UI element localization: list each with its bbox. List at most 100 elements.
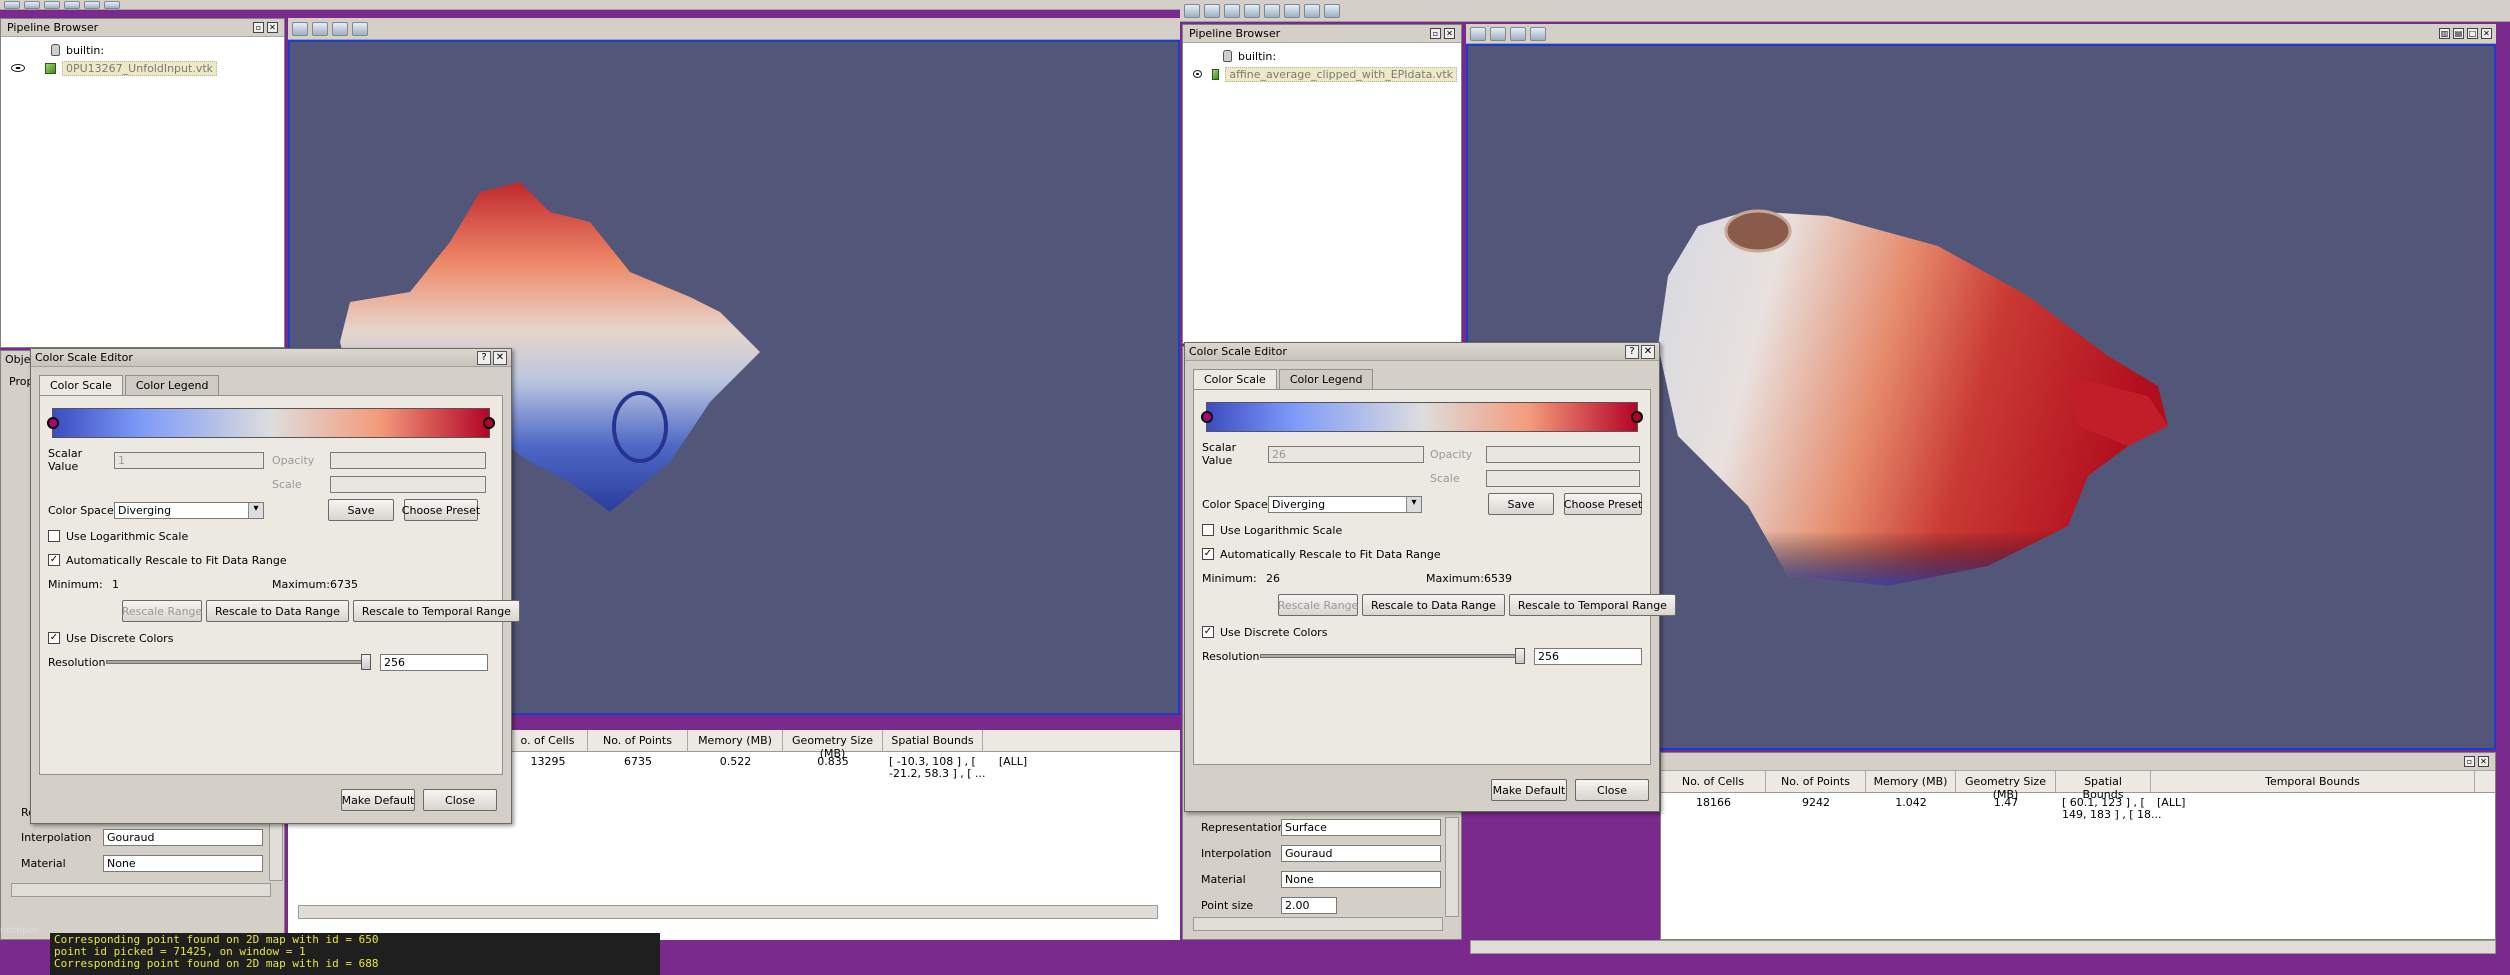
max-handle[interactable] (483, 417, 495, 429)
float-icon[interactable]: ▫ (1430, 28, 1441, 39)
col-geometry[interactable]: Geometry Size (MB) (783, 730, 883, 760)
auto-rescale-checkbox[interactable]: ✓ (1202, 548, 1214, 560)
col-memory[interactable]: Memory (MB) (688, 730, 783, 751)
table-row[interactable]: 18166 9242 1.042 1.47 [ 60.1, 123 ] , [ … (1661, 793, 2495, 821)
discrete-checkbox[interactable]: ✓ (48, 632, 60, 644)
view-toolbar-icon[interactable] (1510, 26, 1526, 41)
dialog-titlebar[interactable]: Color Scale Editor ? ✕ (31, 349, 511, 367)
resolution-field[interactable]: 256 (1534, 647, 1642, 665)
representation-combo[interactable]: Surface (1281, 818, 1441, 836)
choose-preset-button[interactable]: Choose Preset (1564, 493, 1642, 515)
choose-preset-button[interactable]: Choose Preset (402, 499, 480, 521)
close-icon[interactable]: ✕ (493, 350, 507, 365)
split-horizontal-icon[interactable]: ▥ (2439, 28, 2450, 39)
close-icon[interactable]: ✕ (1641, 344, 1655, 359)
view-toolbar-icon[interactable] (352, 21, 368, 36)
col-geometry[interactable]: Geometry Size (MB) (1956, 771, 2056, 801)
toolbar-icon[interactable] (84, 0, 100, 9)
toolbar-icon[interactable] (1304, 3, 1320, 18)
opacity-field[interactable] (330, 451, 486, 469)
view-toolbar-icon[interactable] (332, 21, 348, 36)
col-points[interactable]: No. of Points (1766, 771, 1866, 792)
resolution-slider-knob[interactable] (361, 654, 371, 670)
properties-vscroll[interactable] (1445, 817, 1459, 917)
right-table-hscroll[interactable] (1470, 940, 2496, 954)
properties-hscroll[interactable] (1193, 917, 1443, 931)
col-bounds[interactable]: Spatial Bounds (2056, 771, 2151, 801)
rescale-range-button[interactable]: Rescale Range (122, 600, 202, 622)
close-icon[interactable]: ✕ (1444, 28, 1455, 39)
log-scale-checkbox[interactable] (48, 530, 60, 542)
log-scale-checkbox[interactable] (1202, 524, 1214, 536)
resolution-slider-knob[interactable] (1515, 648, 1525, 664)
discrete-checkbox[interactable]: ✓ (1202, 626, 1214, 638)
close-button[interactable]: Close (423, 789, 497, 811)
eye-icon[interactable] (11, 64, 25, 72)
scalar-value-field[interactable]: 26 (1268, 445, 1424, 463)
min-handle[interactable] (1201, 411, 1213, 423)
opacity-field[interactable] (1486, 445, 1640, 463)
col-memory[interactable]: Memory (MB) (1866, 771, 1956, 792)
min-handle[interactable] (47, 417, 59, 429)
make-default-button[interactable]: Make Default (341, 789, 415, 811)
col-temporal[interactable]: Temporal Bounds (2151, 771, 2475, 792)
dialog-titlebar[interactable]: Color Scale Editor ? ✕ (1185, 343, 1659, 361)
col-cells[interactable]: o. of Cells (508, 730, 588, 751)
maximize-icon[interactable]: □ (2467, 28, 2478, 39)
help-icon[interactable]: ? (477, 350, 491, 365)
view-toolbar-icon[interactable] (312, 21, 328, 36)
col-cells[interactable]: No. of Cells (1661, 771, 1766, 792)
make-default-button[interactable]: Make Default (1491, 779, 1567, 801)
log-scale-row[interactable]: Use Logarithmic Scale (1202, 518, 1642, 542)
tab-color-scale[interactable]: Color Scale (39, 375, 123, 395)
discrete-row[interactable]: ✓ Use Discrete Colors (48, 626, 494, 650)
auto-rescale-row[interactable]: ✓ Automatically Rescale to Fit Data Rang… (1202, 542, 1642, 566)
close-icon[interactable]: ✕ (2481, 28, 2492, 39)
rescale-data-range-button[interactable]: Rescale to Data Range (206, 600, 349, 622)
tab-color-scale[interactable]: Color Scale (1193, 369, 1277, 389)
toolbar-icon[interactable] (24, 0, 40, 9)
view-toolbar-icon[interactable] (1530, 26, 1546, 41)
resolution-slider[interactable] (106, 654, 371, 670)
point-size-spinbox[interactable]: 2.00 (1281, 896, 1337, 914)
interpolation-combo[interactable]: Gouraud (103, 828, 263, 846)
tab-color-legend[interactable]: Color Legend (124, 375, 220, 395)
tree-item-source[interactable]: 0PU13267_UnfoldInput.vtk (5, 59, 280, 77)
resolution-slider[interactable] (1260, 648, 1525, 664)
max-handle[interactable] (1631, 411, 1643, 423)
toolbar-icon[interactable] (1204, 3, 1220, 18)
color-gradient-bar[interactable] (47, 408, 495, 438)
interpolation-combo[interactable]: Gouraud (1281, 844, 1441, 862)
toolbar-icon[interactable] (44, 0, 60, 9)
material-combo[interactable]: None (1281, 870, 1441, 888)
close-icon[interactable]: ✕ (2478, 756, 2489, 767)
col-bounds[interactable]: Spatial Bounds (883, 730, 983, 751)
resolution-field[interactable]: 256 (380, 653, 488, 671)
toolbar-icon[interactable] (1264, 3, 1280, 18)
close-icon[interactable]: ✕ (267, 22, 278, 33)
color-gradient-bar[interactable] (1201, 402, 1643, 432)
help-icon[interactable]: ? (1625, 344, 1639, 359)
properties-hscroll[interactable] (11, 883, 271, 897)
rescale-temporal-range-button[interactable]: Rescale to Temporal Range (1508, 594, 1676, 616)
save-button[interactable]: Save (1488, 493, 1554, 515)
view-toolbar-icon[interactable] (1490, 26, 1506, 41)
scalar-value-field[interactable]: 1 (114, 451, 264, 469)
col-points[interactable]: No. of Points (588, 730, 688, 751)
scale-field[interactable] (330, 475, 486, 493)
view-toolbar-icon[interactable] (1470, 26, 1486, 41)
auto-rescale-row[interactable]: ✓ Automatically Rescale to Fit Data Rang… (48, 548, 494, 572)
table-hscroll[interactable] (298, 905, 1158, 919)
toolbar-icon[interactable] (104, 0, 120, 9)
toolbar-icon[interactable] (64, 0, 80, 9)
color-space-combo[interactable]: Diverging (114, 501, 264, 519)
tab-color-legend[interactable]: Color Legend (1278, 369, 1374, 389)
auto-rescale-checkbox[interactable]: ✓ (48, 554, 60, 566)
rescale-data-range-button[interactable]: Rescale to Data Range (1362, 594, 1505, 616)
toolbar-icon[interactable] (1324, 3, 1340, 18)
toolbar-icon[interactable] (4, 0, 20, 9)
toolbar-icon[interactable] (1244, 3, 1260, 18)
float-icon[interactable]: ▫ (2464, 756, 2475, 767)
tree-item-builtin[interactable]: builtin: (5, 41, 280, 59)
log-scale-row[interactable]: Use Logarithmic Scale (48, 524, 494, 548)
